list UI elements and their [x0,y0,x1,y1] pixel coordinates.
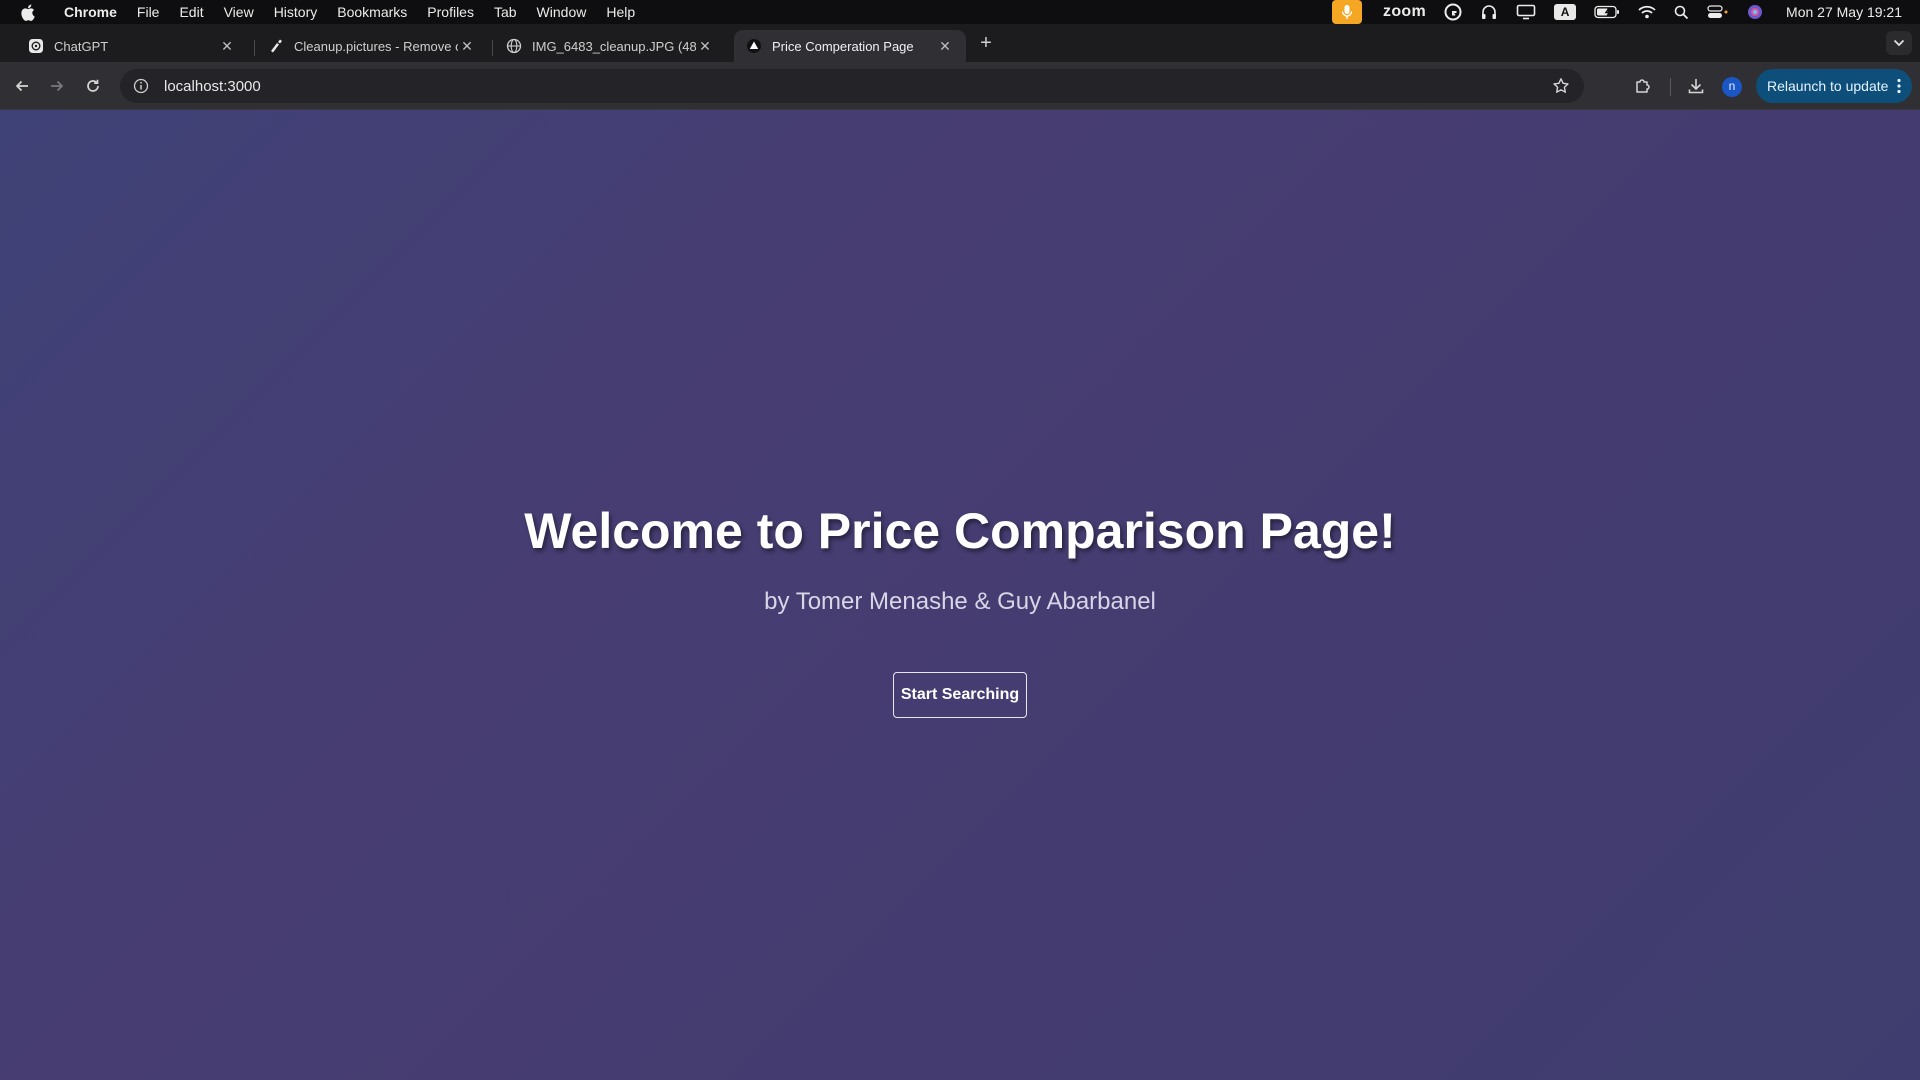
arrow-right-icon [51,80,64,92]
menu-history[interactable]: History [264,0,328,24]
macos-menu-bar: Chrome File Edit View History Bookmarks … [0,0,1920,24]
tab-title: IMG_6483_cleanup.JPG (480 [532,38,696,54]
tab-close-icon[interactable]: ✕ [218,38,236,55]
input-source-label: A [1554,4,1577,20]
headphones-icon[interactable] [1480,0,1498,24]
status-area: zoom A Mon 27 May 19:21 [1323,0,1920,24]
chevron-down-icon [1893,39,1905,47]
menu-tab[interactable]: Tab [484,0,527,24]
browser-tab-strip: ChatGPT ✕ Cleanup.pictures - Remove o ✕ … [0,24,1920,62]
battery-icon[interactable] [1594,0,1620,24]
tab-divider [254,40,255,56]
page-viewport: Welcome to Price Comparison Page! by Tom… [0,110,1920,1080]
menu-bookmarks[interactable]: Bookmarks [327,0,417,24]
spotlight-search-icon[interactable] [1674,0,1689,24]
puzzle-icon [1636,79,1650,93]
chatgpt-icon [28,38,44,54]
toolbar-divider [1670,78,1671,96]
microphone-icon[interactable] [1332,0,1363,24]
reload-icon [87,79,99,92]
tab-search-button[interactable] [1886,31,1912,55]
page-subtitle: by Tomer Menashe & Guy Abarbanel [764,588,1156,615]
new-tab-button[interactable]: + [975,30,997,56]
triangle-icon [746,38,762,54]
more-vertical-icon [1897,78,1901,94]
relaunch-to-update-button[interactable]: Relaunch to update [1756,69,1912,103]
downloads-button[interactable] [1684,74,1708,98]
page-title: Welcome to Price Comparison Page! [524,503,1396,559]
display-icon[interactable] [1516,0,1536,24]
tab-divider [492,40,493,56]
menu-app-chrome[interactable]: Chrome [54,0,127,24]
tab-cleanup-pictures[interactable]: Cleanup.pictures - Remove o ✕ [256,30,488,62]
wifi-icon[interactable] [1638,0,1656,24]
tab-chatgpt[interactable]: ChatGPT ✕ [16,30,248,62]
browser-toolbar: n Relaunch to update [0,62,1920,110]
relaunch-label: Relaunch to update [1767,78,1889,94]
tab-title: ChatGPT [54,38,109,54]
tab-title: Price Comperation Page [772,38,914,54]
siri-icon[interactable] [1747,0,1763,24]
start-searching-button[interactable]: Start Searching [893,672,1027,718]
keyboard-input-indicator[interactable]: A [1554,0,1577,24]
menu-profiles[interactable]: Profiles [417,0,484,24]
menu-window[interactable]: Window [527,0,597,24]
menu-help[interactable]: Help [596,0,645,24]
extensions-button[interactable] [1631,74,1655,98]
address-bar[interactable] [120,69,1584,103]
apple-icon[interactable] [0,4,54,21]
download-icon [1688,79,1704,94]
url-input[interactable] [164,77,1464,95]
tab-close-icon[interactable]: ✕ [458,38,476,55]
back-button[interactable] [10,74,34,98]
menu-clock[interactable]: Mon 27 May 19:21 [1786,4,1902,20]
profile-avatar[interactable]: n [1722,77,1742,97]
tab-price-comperation-page[interactable]: Price Comperation Page ✕ [734,30,966,62]
control-center-icon[interactable] [1707,0,1729,24]
forward-button[interactable] [45,74,69,98]
tab-title: Cleanup.pictures - Remove o [294,38,458,54]
menu-edit[interactable]: Edit [169,0,213,24]
arrow-left-icon [15,80,28,92]
globe-icon [506,38,522,54]
tab-image-file[interactable]: IMG_6483_cleanup.JPG (480 ✕ [494,30,726,62]
zoom-status-item[interactable]: zoom [1383,0,1426,24]
tab-close-icon[interactable]: ✕ [936,38,954,55]
tab-close-icon[interactable]: ✕ [696,38,714,55]
brush-icon [268,38,284,54]
site-info-icon[interactable] [132,77,150,95]
bookmark-star-icon[interactable] [1552,77,1570,100]
menu-file[interactable]: File [127,0,170,24]
reload-button[interactable] [81,74,105,98]
menu-view[interactable]: View [214,0,264,24]
grammarly-icon[interactable] [1444,0,1462,24]
